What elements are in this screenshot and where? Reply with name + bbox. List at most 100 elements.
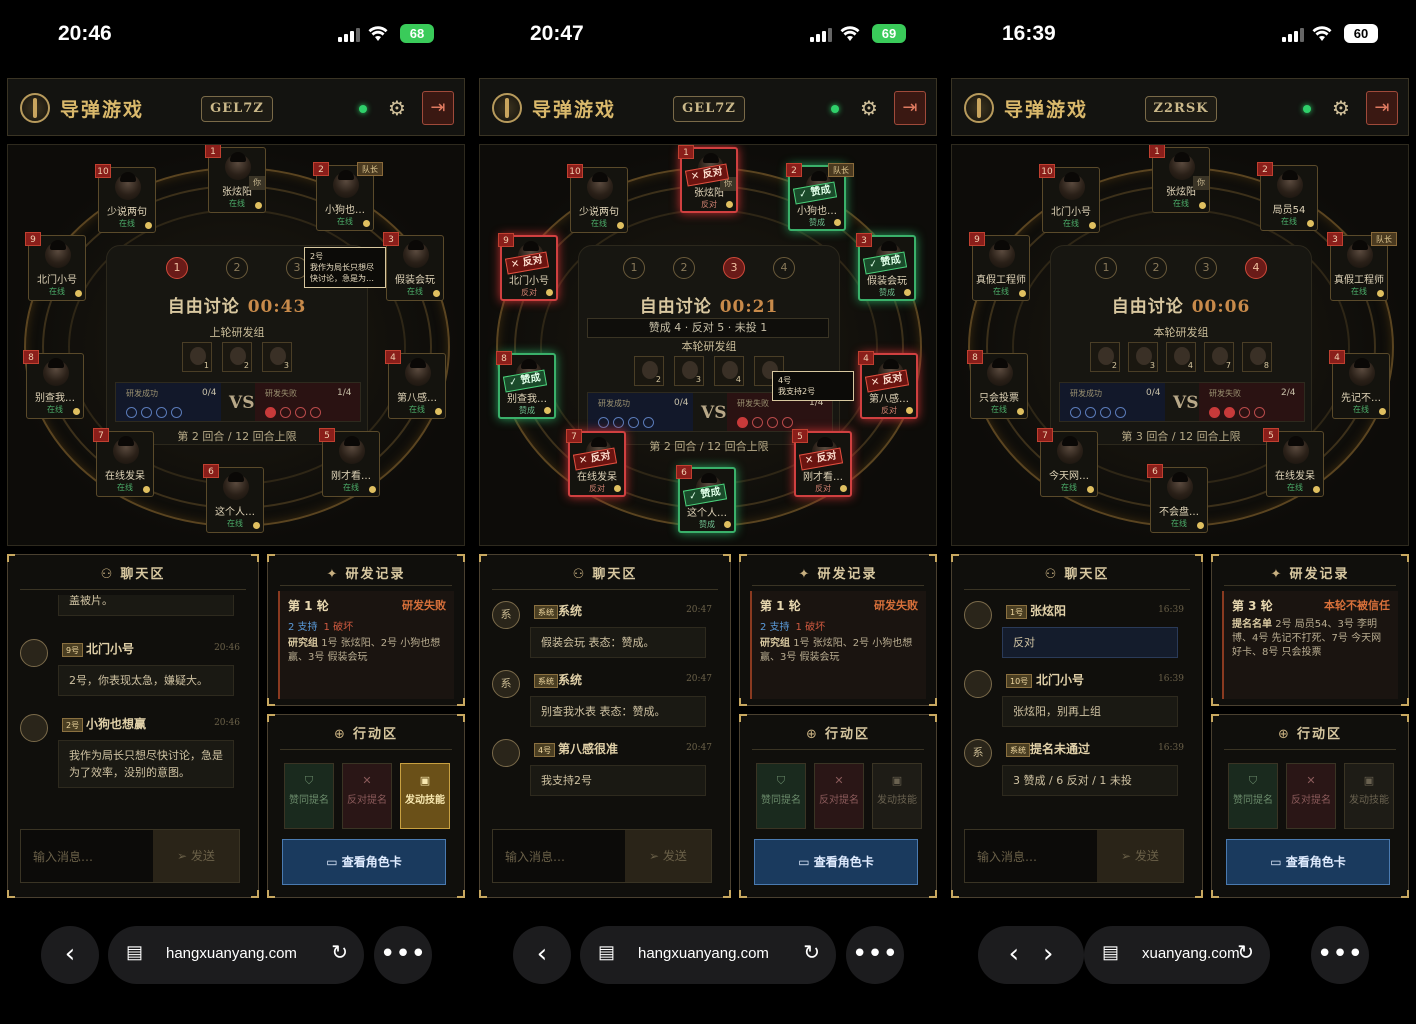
wifi-icon	[1312, 26, 1332, 42]
reject-nomination-button[interactable]: ✕ 反对提名	[814, 763, 864, 829]
player-seat-2[interactable]: 2 局员54 在线	[1257, 162, 1318, 231]
battery-icon: 60	[1344, 24, 1378, 43]
seat-number: 5	[1263, 428, 1279, 442]
player-seat-2[interactable]: 2 小狗也… 赞成 队长 ✓ 赞成	[786, 163, 854, 231]
ready-dot	[840, 485, 847, 492]
back-button[interactable]: ‹	[41, 926, 99, 984]
record-group: 提名名单 2号 局员54、3号 李明博、4号 先记不打死、7号 今天网好卡、8号…	[1232, 619, 1382, 658]
player-seat-5[interactable]: 5 刚才看… 反对 ✕ 反对	[792, 429, 852, 497]
ready-dot	[906, 407, 913, 414]
player-seat-8[interactable]: 8 别查我… 在线	[23, 350, 84, 419]
player-seat-2[interactable]: 2 小狗也… 在线 队长	[313, 162, 383, 231]
player-seat-1[interactable]: 1 张炫阳 反对你 ✕ 反对	[678, 145, 738, 213]
more-button[interactable]: •••	[374, 926, 432, 984]
ready-dot	[1017, 408, 1024, 415]
use-skill-button[interactable]: ▣ 发动技能	[872, 763, 922, 829]
gear-icon[interactable]: ⚙	[858, 97, 880, 119]
back-forward-buttons[interactable]: ‹ ›	[978, 926, 1084, 984]
chevron-left-icon: ‹	[1008, 939, 1019, 969]
approve-nomination-button[interactable]: ⛉ 赞同提名	[284, 763, 334, 829]
player-seat-8[interactable]: 8 只会投票 在线	[967, 350, 1028, 419]
player-number-badge: 系统	[534, 605, 558, 619]
more-button[interactable]: •••	[846, 926, 904, 984]
player-name: 真假工程师	[976, 275, 1026, 286]
room-code[interactable]: GEL7Z	[201, 96, 273, 122]
player-seat-6[interactable]: 6 这个人… 在线	[203, 464, 264, 533]
gear-icon[interactable]: ⚙	[1330, 97, 1352, 119]
approve-nomination-button[interactable]: ⛉ 赞同提名	[756, 763, 806, 829]
member-chip: 2	[634, 356, 664, 386]
send-button[interactable]: ➢ 发送	[1097, 830, 1183, 882]
player-seat-6[interactable]: 6 这个人… 赞成 ✓ 赞成	[676, 465, 736, 533]
player-seat-7[interactable]: 7 今天网… 在线	[1037, 428, 1098, 497]
chat-panel: ⚇ 聊天区 盖被片。 9号 北门小号 20:46 2号，你表现太急，嫌疑大。 2号 小狗也想赢 2…	[7, 554, 259, 898]
view-role-card-button[interactable]: ▭ 查看角色卡	[282, 839, 446, 885]
player-seat-4[interactable]: 4 第八感… 反对 ✕ 反对	[858, 351, 918, 419]
missile-logo-icon	[492, 93, 522, 123]
room-code[interactable]: Z2RSK	[1145, 96, 1217, 122]
chat-input[interactable]: 输入消息…	[505, 848, 565, 865]
target-icon: ⊕	[1278, 727, 1291, 742]
record-panel: ✦ 研发记录第 3 轮本轮不被信任 提名名单 2号 局员54、3号 李明博、4号 先…	[1211, 554, 1409, 706]
group-label: 本轮研发组	[681, 340, 737, 353]
player-name: 这个人…	[687, 508, 727, 519]
player-seat-8[interactable]: 8 别查我… 赞成 ✓ 赞成	[496, 351, 556, 419]
more-button[interactable]: •••	[1311, 926, 1369, 984]
round-dot: 2	[1145, 257, 1167, 279]
chat-input[interactable]: 输入消息…	[33, 848, 93, 865]
player-seat-4[interactable]: 4 先记不… 在线	[1329, 350, 1390, 419]
round-dot: 4	[1245, 257, 1267, 279]
exit-button[interactable]: ⇥	[1366, 91, 1398, 125]
player-seat-6[interactable]: 6 不会盘… 在线	[1147, 464, 1208, 533]
player-avatar	[339, 436, 365, 464]
player-avatar	[1057, 436, 1083, 464]
url-bar[interactable]: ▤ hangxuanyang.com ↻	[108, 926, 364, 984]
view-role-card-button[interactable]: ▭ 查看角色卡	[1226, 839, 1390, 885]
gear-icon[interactable]: ⚙	[386, 97, 408, 119]
exit-button[interactable]: ⇥	[422, 91, 454, 125]
chat-input[interactable]: 输入消息…	[977, 848, 1037, 865]
exit-button[interactable]: ⇥	[894, 91, 926, 125]
player-seat-1[interactable]: 1 张炫阳 在线你	[1149, 145, 1210, 213]
seat-number: 6	[203, 464, 219, 478]
game-board: 1 2 3 4 自由讨论 00:06 本轮研发组 2 3 4 7 8 研发成功 0/4 VS 研发失败 2/4 第…	[951, 144, 1409, 546]
player-seat-10[interactable]: 10 少说两句 在线	[567, 164, 628, 233]
approve-nomination-button[interactable]: ⛉ 赞同提名	[1228, 763, 1278, 829]
player-seat-7[interactable]: 7 在线发呆 在线	[93, 428, 154, 497]
player-seat-10[interactable]: 10 少说两句 在线	[95, 164, 156, 233]
success-label: 研发成功	[598, 399, 630, 408]
player-seat-9[interactable]: 9 北门小号 反对 ✕ 反对	[498, 233, 558, 301]
player-seat-5[interactable]: 5 刚才看… 在线	[319, 428, 380, 497]
view-role-card-button[interactable]: ▭ 查看角色卡	[754, 839, 918, 885]
round-dot: 2	[673, 257, 695, 279]
player-seat-9[interactable]: 9 真假工程师 在线	[969, 232, 1030, 301]
room-code[interactable]: GEL7Z	[673, 96, 745, 122]
reject-nomination-button[interactable]: ✕ 反对提名	[1286, 763, 1336, 829]
player-seat-4[interactable]: 4 第八感… 在线	[385, 350, 446, 419]
send-button[interactable]: ➢ 发送	[153, 830, 239, 882]
group-label: 本轮研发组	[1153, 326, 1209, 339]
url-bar[interactable]: ▤ hangxuanyang.com ↻	[580, 926, 836, 984]
back-button[interactable]: ‹	[513, 926, 571, 984]
url-bar[interactable]: ▤ xuanyang.com ↻	[1084, 926, 1270, 984]
player-seat-3[interactable]: 3 假装会玩 在线	[383, 232, 444, 301]
player-seat-10[interactable]: 10 北门小号 在线	[1039, 164, 1100, 233]
reject-nomination-button[interactable]: ✕ 反对提名	[342, 763, 392, 829]
ready-dot	[1379, 408, 1386, 415]
ready-dot	[75, 290, 82, 297]
player-seat-3[interactable]: 3 真假工程师 在线 队长	[1327, 232, 1397, 301]
users-icon: ⚇	[572, 567, 587, 582]
phase-label: 自由讨论	[167, 297, 240, 317]
seat-number: 4	[858, 351, 874, 365]
player-seat-7[interactable]: 7 在线发呆 反对 ✕ 反对	[566, 429, 626, 497]
player-seat-5[interactable]: 5 在线发呆 在线	[1263, 428, 1324, 497]
use-skill-button[interactable]: ▣ 发动技能	[400, 763, 450, 829]
player-seat-3[interactable]: 3 假装会玩 赞成 ✓ 赞成	[856, 233, 916, 301]
player-seat-1[interactable]: 1 张炫阳 在线你	[205, 145, 266, 213]
member-chip: 3	[1128, 342, 1158, 372]
use-skill-button[interactable]: ▣ 发动技能	[1344, 763, 1394, 829]
player-seat-9[interactable]: 9 北门小号 在线	[25, 232, 86, 301]
send-button[interactable]: ➢ 发送	[625, 830, 711, 882]
phase-title: 自由讨论 00:43	[107, 292, 367, 317]
action-panel: ⊕ 行动区 ⛉ 赞同提名 ✕ 反对提名 ▣ 发动技能 ▭ 查看角色卡	[739, 714, 937, 898]
